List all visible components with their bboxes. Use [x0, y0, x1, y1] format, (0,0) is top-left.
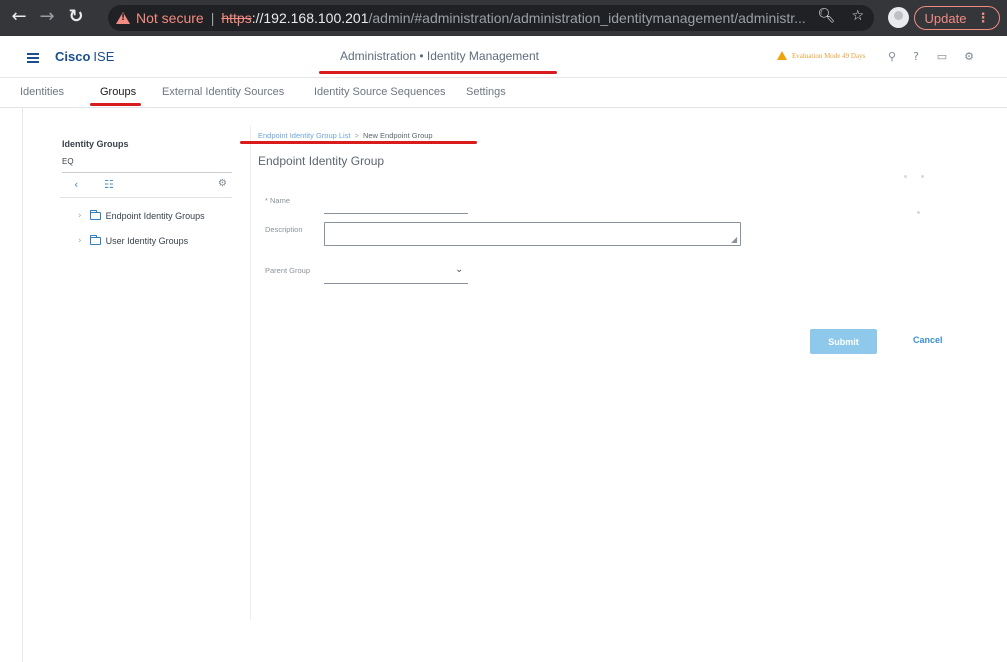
page: ← → ↻ Not secure | https :// 192.168.100…: [0, 0, 1007, 662]
panel-toolbar: ‹ ☷ ⚙: [60, 174, 232, 198]
panel-divider: [250, 126, 251, 620]
panel-title: Identity Groups: [62, 139, 129, 149]
breadcrumb-separator: >: [354, 131, 359, 140]
folder-icon: [89, 235, 101, 245]
resize-handle-icon[interactable]: ◢: [731, 236, 739, 244]
app-header: Cisco ISE Administration • Identity Manag…: [0, 36, 1007, 78]
tab-groups[interactable]: Groups: [100, 86, 136, 98]
back-arrow-icon[interactable]: ←: [8, 6, 30, 28]
name-label: * Name: [265, 196, 291, 205]
forward-arrow-icon[interactable]: →: [36, 6, 58, 28]
collapse-chevron-icon[interactable]: ‹: [74, 178, 78, 191]
page-title: Administration • Identity Management: [340, 49, 539, 63]
url-path: /admin/#administration/administration_id…: [368, 10, 806, 26]
evaluation-badge[interactable]: Evaluation Mode 49 Days: [777, 51, 865, 60]
top-tabs: Identities Groups External Identity Sour…: [0, 78, 1007, 108]
tab-annotation-underline: [90, 103, 141, 106]
reload-icon[interactable]: ↻: [65, 6, 87, 28]
evaluation-text: Evaluation Mode 49 Days: [792, 51, 866, 60]
omnibox-actions: 🔍︎ ☆: [818, 8, 864, 24]
content-left-border: [22, 108, 23, 662]
browser-update-button[interactable]: Update ⋮: [914, 6, 1000, 30]
tab-identity-source-sequences[interactable]: Identity Source Sequences: [314, 86, 445, 98]
expand-chevron-icon[interactable]: ›: [78, 236, 82, 246]
panel-gear-icon[interactable]: ⚙: [218, 178, 227, 189]
tree-item-endpoint-groups[interactable]: › Endpoint Identity Groups: [78, 210, 205, 221]
panel-search-input[interactable]: EQ: [62, 157, 232, 173]
tab-identities[interactable]: Identities: [20, 86, 64, 98]
warning-icon: [116, 12, 130, 24]
description-label: Description: [265, 225, 303, 234]
loading-spinner-icon: [921, 175, 924, 178]
address-bar[interactable]: Not secure | https :// 192.168.100.201 /…: [108, 5, 874, 31]
update-label: Update: [924, 10, 967, 26]
tree-item-label: User Identity Groups: [105, 236, 189, 246]
form-title: Endpoint Identity Group: [258, 154, 385, 168]
browser-toolbar: ← → ↻ Not secure | https :// 192.168.100…: [0, 0, 1007, 36]
gear-icon[interactable]: ⚙: [962, 50, 976, 64]
brand-logo[interactable]: Cisco ISE: [55, 49, 114, 64]
description-textarea[interactable]: [324, 222, 741, 246]
bookmark-star-icon[interactable]: ☆: [851, 8, 864, 24]
parent-group-label: Parent Group: [265, 266, 311, 275]
not-secure-label: Not secure: [136, 10, 204, 26]
tab-external-identity-sources[interactable]: External Identity Sources: [162, 86, 284, 98]
list-view-icon[interactable]: ☷: [104, 178, 114, 191]
url-separator: ://: [251, 10, 264, 26]
brand-product: ISE: [93, 49, 115, 64]
profile-avatar-icon[interactable]: [888, 7, 909, 28]
chevron-down-icon: ⌄: [455, 264, 464, 275]
breadcrumb-current: New Endpoint Group: [362, 131, 433, 140]
tab-settings[interactable]: Settings: [466, 86, 506, 98]
hamburger-menu-icon[interactable]: [27, 53, 39, 63]
omnibox-divider: |: [210, 10, 215, 26]
warning-triangle-icon: [777, 51, 787, 60]
notifications-icon[interactable]: ▭: [935, 50, 949, 64]
breadcrumb-link[interactable]: Endpoint Identity Group List: [258, 131, 351, 140]
title-annotation-underline: [319, 71, 557, 74]
cancel-button[interactable]: Cancel: [913, 335, 943, 345]
url-host: 192.168.100.201: [263, 10, 369, 26]
submit-button[interactable]: Submit: [810, 329, 877, 354]
help-icon[interactable]: ?: [909, 50, 923, 64]
parent-group-select[interactable]: ⌄: [324, 262, 468, 284]
kebab-menu-icon: ⋮: [976, 10, 990, 26]
brand-name: Cisco: [55, 49, 91, 64]
zoom-icon[interactable]: 🔍︎: [818, 8, 836, 24]
tree-item-user-groups[interactable]: › User Identity Groups: [78, 235, 189, 246]
breadcrumb-annotation-underline: [240, 141, 477, 144]
breadcrumb: Endpoint Identity Group List > New Endpoin…: [258, 131, 433, 140]
url-scheme: https: [221, 10, 252, 26]
tree-item-label: Endpoint Identity Groups: [105, 211, 205, 221]
loading-spinner-icon: [917, 211, 920, 214]
search-icon[interactable]: ⚲: [885, 50, 899, 64]
expand-chevron-icon[interactable]: ›: [78, 211, 82, 221]
name-input[interactable]: [324, 198, 468, 214]
loading-spinner-icon: [904, 175, 907, 178]
folder-icon: [89, 210, 101, 220]
